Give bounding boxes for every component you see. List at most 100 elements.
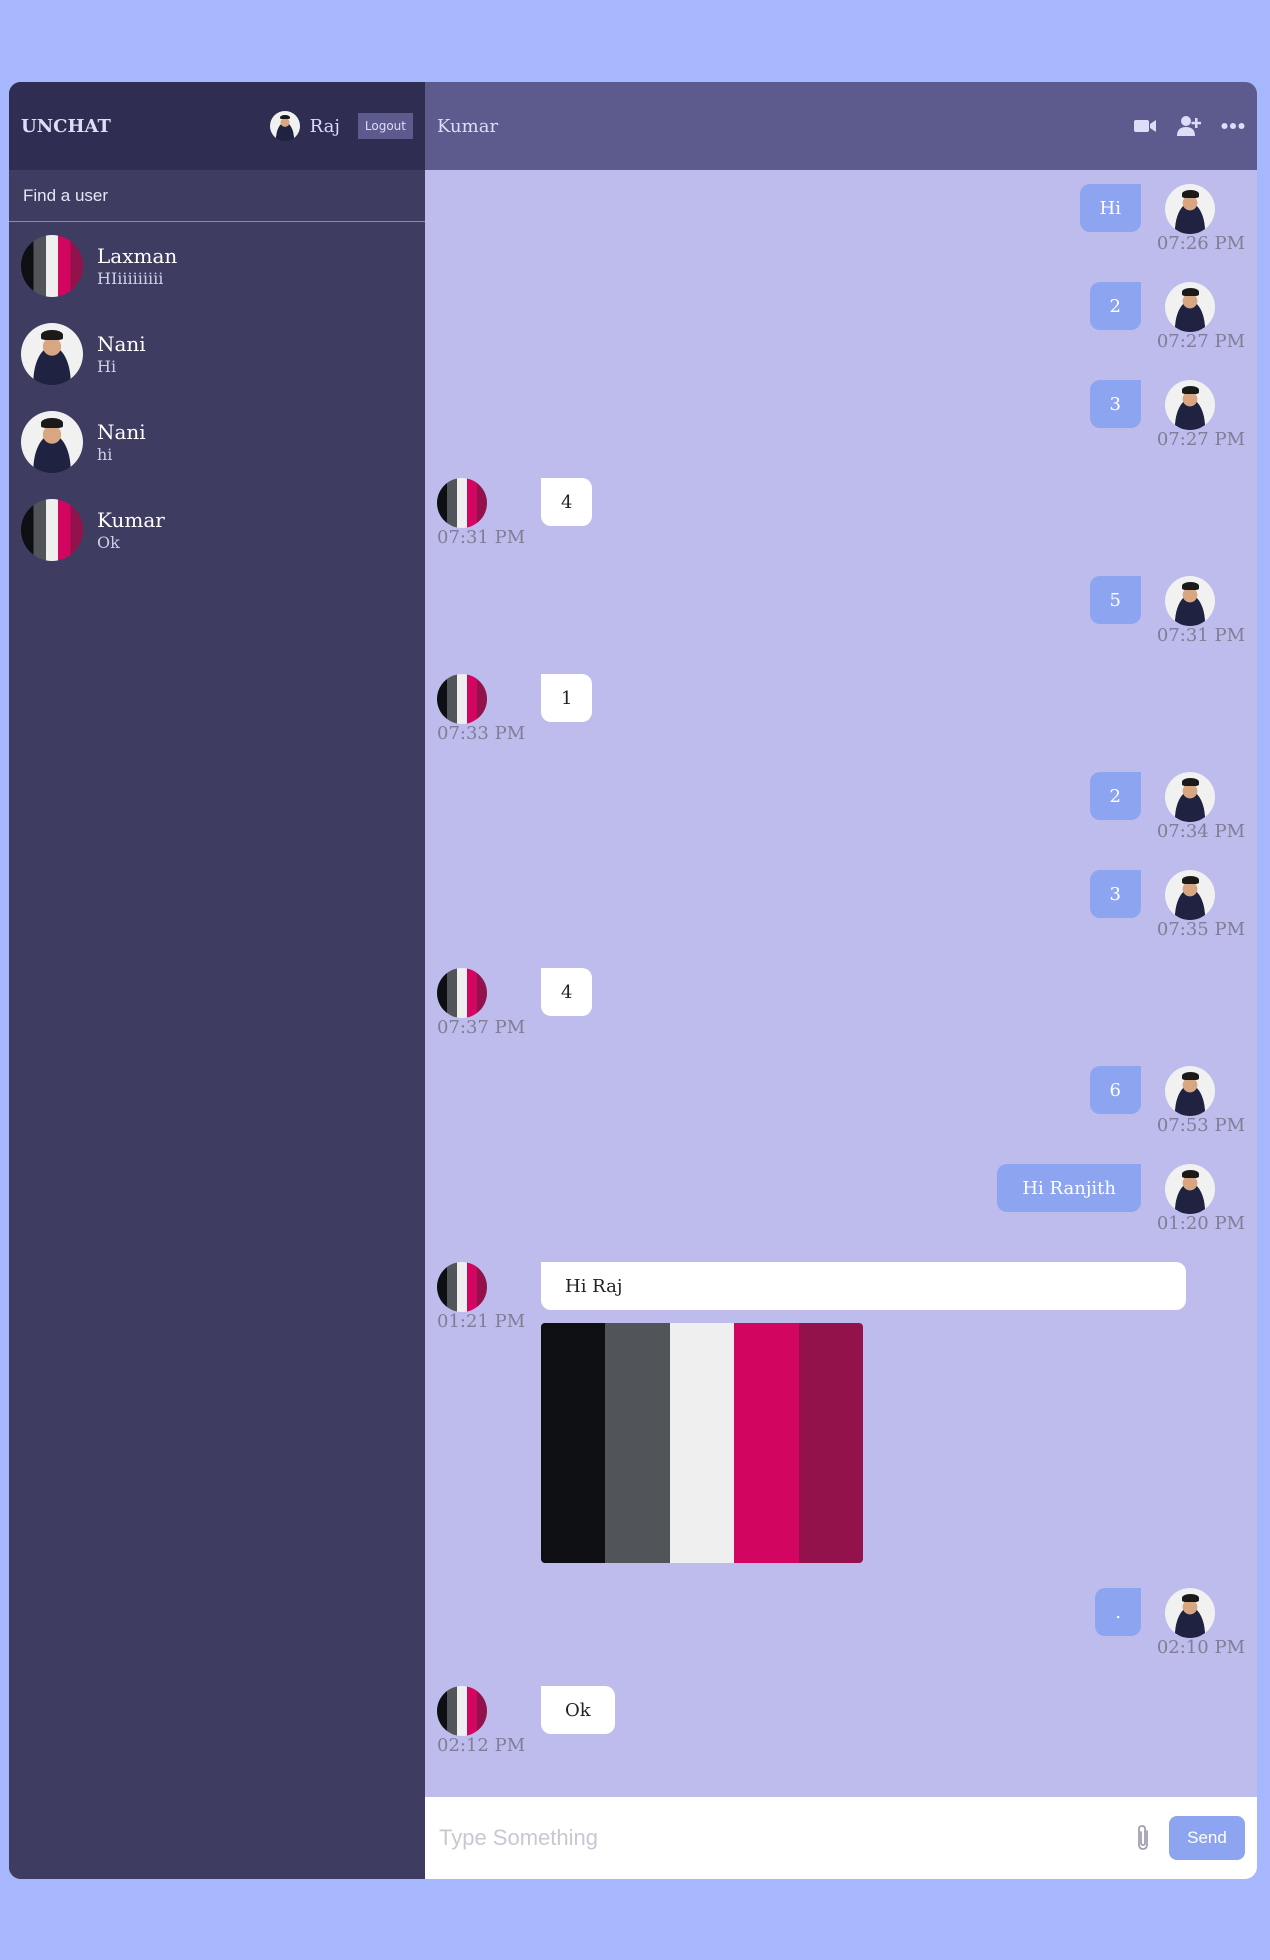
image-stripe [541,1323,606,1563]
message-bubble: Hi Raj [541,1262,1186,1310]
header-actions [1133,115,1245,137]
chat-item-info: Kumar Ok [97,508,165,552]
message-mine: 2 07:27 PM [425,282,1257,362]
chat-item-info: Nani Hi [97,332,146,376]
logout-button[interactable]: Logout [357,113,413,139]
avatar [437,674,487,724]
message-time: 07:27 PM [1156,331,1245,352]
message-time: 01:21 PM [437,1311,526,1332]
avatar [1165,282,1215,332]
search-input[interactable] [23,185,411,206]
chat-panel: Kumar Hi 07:26 PM 2 07:27 PM 3 07:27 PM … [425,82,1257,1879]
message-mine: 5 07:31 PM [425,576,1257,656]
avatar [21,499,83,561]
more-options-icon[interactable] [1221,122,1245,130]
image-stripe [734,1323,799,1563]
message-mine: 6 07:53 PM [425,1066,1257,1146]
message-bubble: Ok [541,1686,615,1734]
avatar [21,411,83,473]
message-mine: 3 07:35 PM [425,870,1257,950]
current-user: Raj Logout [269,111,413,141]
avatar [437,478,487,528]
chat-header: Kumar [425,82,1257,170]
avatar [1165,184,1215,234]
avatar [1165,1588,1215,1638]
avatar [437,1262,487,1312]
message-time: 02:12 PM [437,1735,526,1756]
chat-item-laxman[interactable]: Laxman HIiiiiiiiii [9,222,425,310]
chat-item-name: Nani [97,332,146,356]
message-bubble: 1 [541,674,593,722]
message-theirs: 4 07:37 PM [425,968,1257,1048]
app-logo: UNCHAT [21,115,111,137]
message-theirs: 4 07:31 PM [425,478,1257,558]
message-mine: 3 07:27 PM [425,380,1257,460]
avatar [1165,870,1215,920]
message-bubble: 3 [1089,870,1141,918]
message-bubble: 6 [1089,1066,1141,1114]
message-time: 07:35 PM [1156,919,1245,940]
message-time: 07:34 PM [1156,821,1245,842]
chat-item-info: Laxman HIiiiiiiiii [97,244,177,288]
message-mine: . 02:10 PM [425,1588,1257,1668]
message-time: 07:26 PM [1156,233,1245,254]
chat-title: Kumar [437,115,499,137]
chat-item-info: Nani hi [97,420,146,464]
message-bubble: . [1095,1588,1141,1636]
chat-item-name: Laxman [97,244,178,268]
message-theirs: Hi Raj 01:21 PM [425,1262,1257,1572]
image-stripe [798,1323,863,1563]
message-bubble: Hi Ranjith [997,1164,1141,1212]
message-time: 07:33 PM [437,723,526,744]
add-user-icon[interactable] [1177,115,1201,137]
current-user-avatar [269,111,300,141]
message-mine: Hi Ranjith 01:20 PM [425,1164,1257,1244]
message-bubble: 5 [1089,576,1141,624]
message-time: 02:10 PM [1156,1637,1245,1658]
message-input[interactable] [439,1825,1135,1851]
sidebar: UNCHAT Raj Logout Laxman HIiiiiiiiii N [9,82,425,1879]
message-mine: 2 07:34 PM [425,772,1257,852]
message-time: 07:31 PM [1156,625,1245,646]
avatar [21,323,83,385]
chat-item-name: Kumar [97,508,165,532]
message-bubble: Hi [1079,184,1141,232]
chat-item-last-message: hi [97,445,113,464]
message-bubble: 2 [1089,282,1141,330]
avatar [1165,1066,1215,1116]
sidebar-header: UNCHAT Raj Logout [9,82,425,170]
avatar [1165,772,1215,822]
chat-app: UNCHAT Raj Logout Laxman HIiiiiiiiii N [9,82,1257,1879]
chat-item-last-message: HIiiiiiiiii [97,269,164,288]
chat-item-last-message: Ok [97,533,120,552]
message-input-bar: Send [425,1797,1257,1879]
message-image-attachment[interactable] [541,1323,863,1563]
image-stripe [669,1323,735,1563]
message-list: Hi 07:26 PM 2 07:27 PM 3 07:27 PM 4 07:3… [425,170,1257,1797]
paperclip-icon[interactable] [1135,1824,1151,1852]
current-user-name: Raj [309,115,340,137]
send-button[interactable]: Send [1169,1816,1245,1860]
message-theirs: 1 07:33 PM [425,674,1257,754]
chat-item-kumar[interactable]: Kumar Ok [9,486,425,574]
message-theirs: Ok 02:12 PM [425,1686,1257,1766]
chat-item-nani-2[interactable]: Nani hi [9,398,425,486]
message-bubble: 4 [541,968,593,1016]
chat-item-last-message: Hi [97,357,117,376]
chat-list: Laxman HIiiiiiiiii Nani Hi Nani hi Kumar… [9,222,425,574]
avatar [437,968,487,1018]
avatar [21,235,83,297]
avatar [437,1686,487,1736]
message-bubble: 3 [1089,380,1141,428]
image-stripe [605,1323,670,1563]
chat-item-nani[interactable]: Nani Hi [9,310,425,398]
video-camera-icon[interactable] [1133,117,1157,135]
message-time: 07:53 PM [1156,1115,1245,1136]
user-search [9,170,425,222]
avatar [1165,1164,1215,1214]
message-time: 07:27 PM [1156,429,1245,450]
avatar [1165,380,1215,430]
avatar [1165,576,1215,626]
message-time: 07:31 PM [437,527,526,548]
message-mine: Hi 07:26 PM [425,184,1257,264]
